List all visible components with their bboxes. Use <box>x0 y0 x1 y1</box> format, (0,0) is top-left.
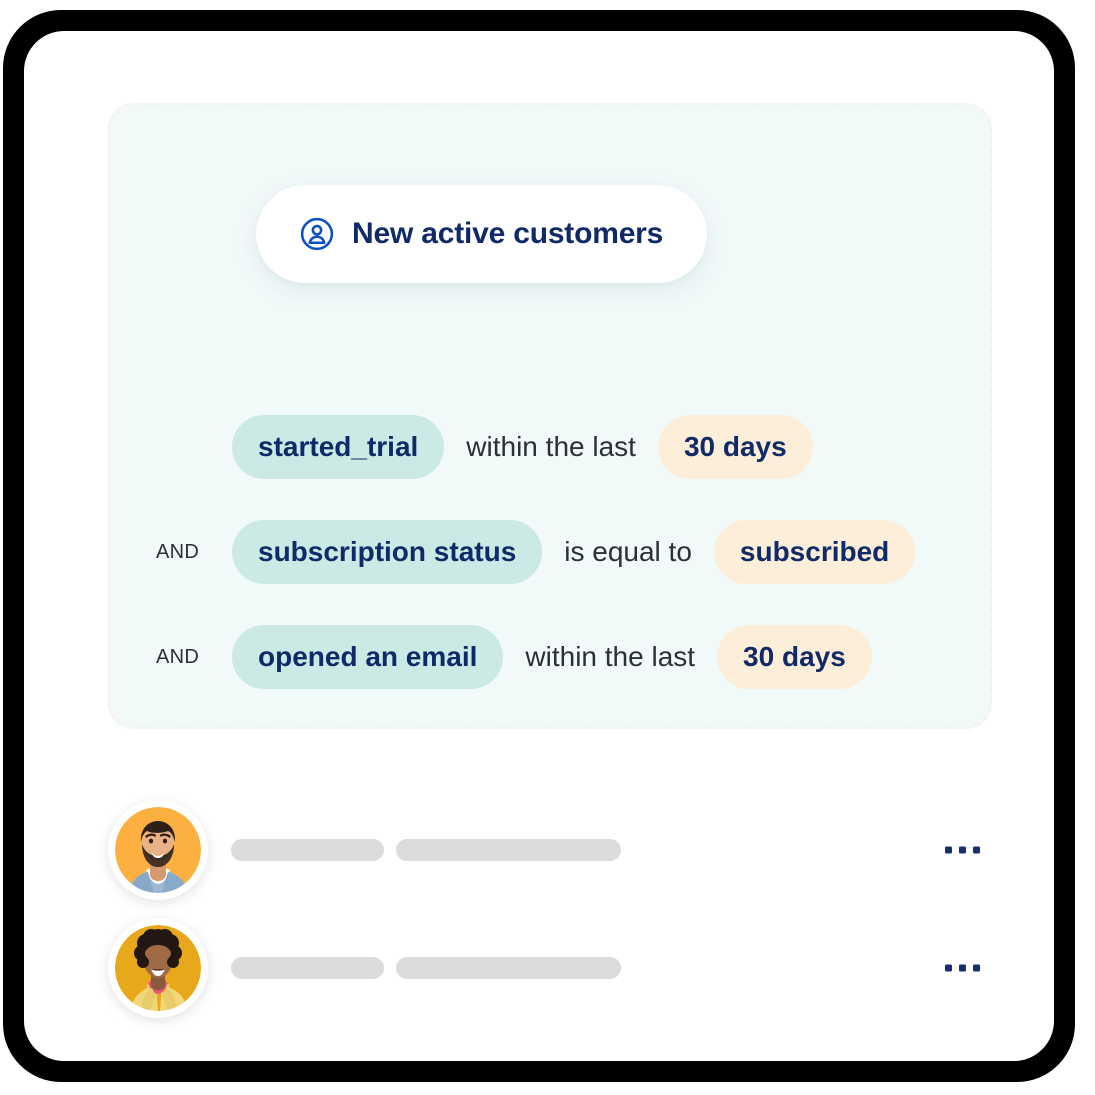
skeleton-bar <box>231 839 384 861</box>
condition-operator-label[interactable]: within the last <box>503 641 717 673</box>
person-circle-icon <box>300 217 334 251</box>
more-options-icon[interactable] <box>941 957 984 980</box>
condition-field-pill[interactable]: subscription status <box>232 520 543 584</box>
result-list <box>108 791 992 1027</box>
condition-row: AND opened an email within the last 30 d… <box>110 619 994 695</box>
condition-operator-label[interactable]: within the last <box>444 431 658 463</box>
condition-operator-label[interactable]: is equal to <box>542 536 714 568</box>
condition-value-pill[interactable]: 30 days <box>657 415 813 479</box>
condition-row: AND subscription status is equal to subs… <box>110 514 994 590</box>
page-title: New active customers <box>352 217 664 250</box>
device-screen: started_trial within the last 30 days AN… <box>24 31 1054 1061</box>
list-item[interactable] <box>108 791 992 909</box>
placeholder-bars <box>231 957 621 979</box>
avatar <box>108 918 208 1018</box>
placeholder-bars <box>231 839 621 861</box>
skeleton-bar <box>396 839 621 861</box>
condition-list: started_trial within the last 30 days AN… <box>110 409 994 695</box>
condition-value-pill[interactable]: subscribed <box>713 520 916 584</box>
segment-title-pill[interactable]: New active customers <box>256 185 708 283</box>
condition-value-pill[interactable]: 30 days <box>717 625 872 689</box>
condition-row: started_trial within the last 30 days <box>110 409 994 485</box>
more-options-icon[interactable] <box>941 839 984 862</box>
avatar-curly-hair-woman <box>115 925 201 1011</box>
device-frame: started_trial within the last 30 days AN… <box>0 0 1095 1095</box>
condition-field-pill[interactable]: opened an email <box>232 625 504 689</box>
conjunction-label[interactable]: AND <box>156 646 232 669</box>
skeleton-bar <box>396 957 621 979</box>
avatar-bearded-man <box>115 807 201 893</box>
list-item[interactable] <box>108 909 992 1027</box>
condition-field-pill[interactable]: started_trial <box>232 415 445 479</box>
avatar <box>108 800 208 900</box>
conjunction-label[interactable]: AND <box>156 541 232 564</box>
skeleton-bar <box>231 957 384 979</box>
